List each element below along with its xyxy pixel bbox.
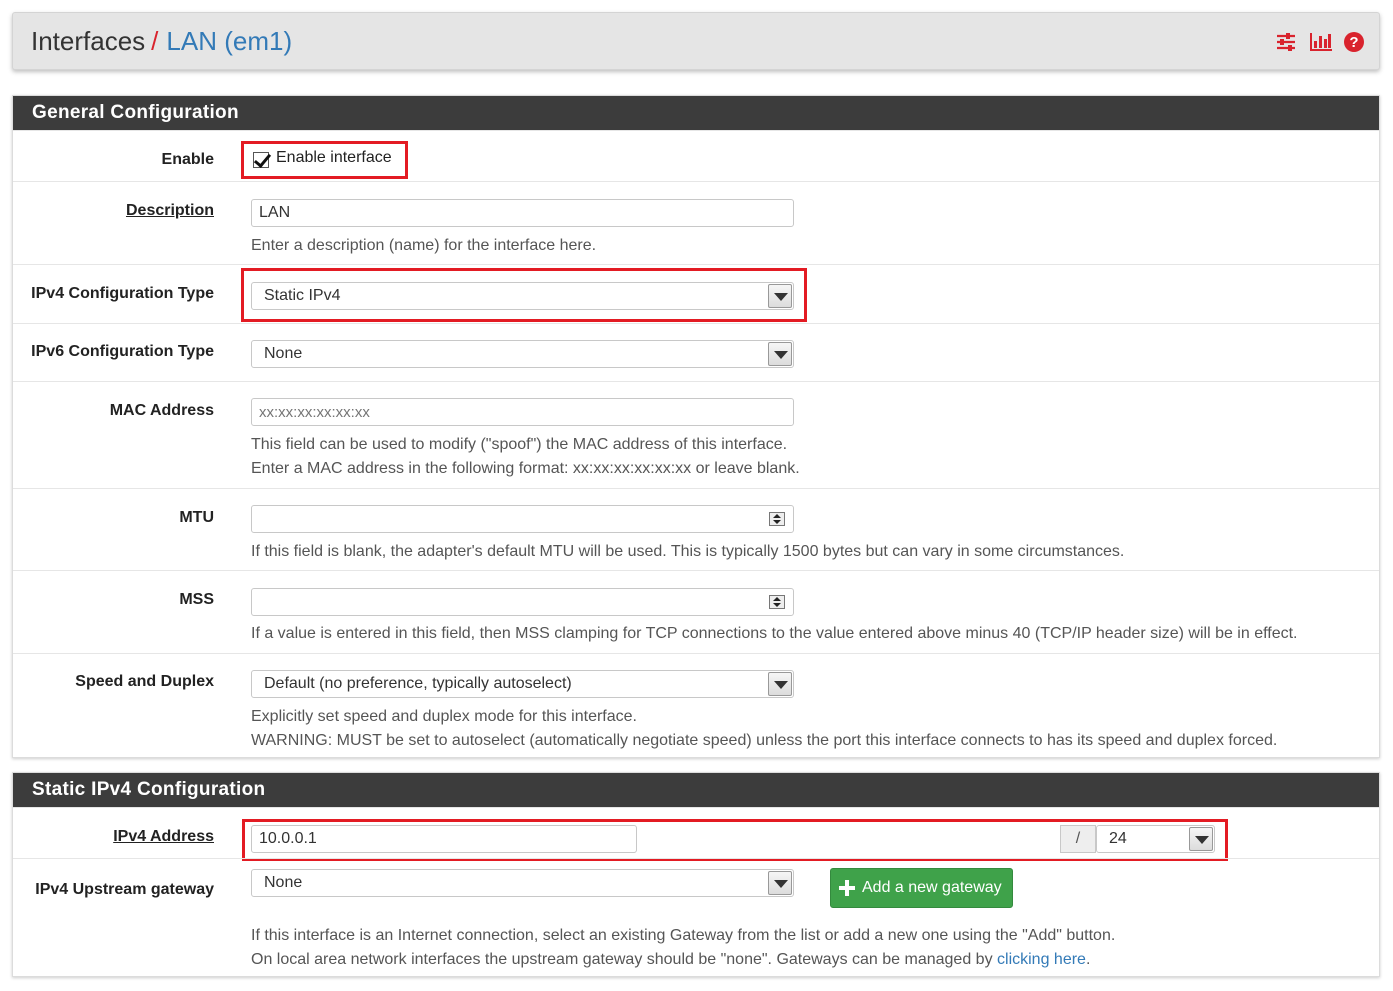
ipv6-type-label: IPv6 Configuration Type — [31, 343, 214, 360]
panel-heading: Static IPv4 Configuration — [13, 773, 1379, 807]
gateway-help-2: On local area network interfaces the ups… — [251, 948, 1090, 972]
mac-help-2: Enter a MAC address in the following for… — [251, 460, 800, 477]
gateway-help-2-suffix: . — [1085, 951, 1091, 968]
breadcrumb-separator: / — [151, 26, 159, 56]
row-enable: Enable Enable interface — [13, 130, 1379, 181]
enable-label: Enable — [161, 151, 214, 168]
breadcrumb-root[interactable]: Interfaces — [31, 26, 145, 56]
row-mss: MSS If a value is entered in this field,… — [13, 570, 1379, 653]
mtu-input[interactable] — [251, 505, 794, 533]
chevron-down-icon — [768, 871, 792, 895]
chevron-down-icon — [768, 672, 792, 696]
speed-help-1: Explicitly set speed and duplex mode for… — [251, 708, 637, 725]
speed-label: Speed and Duplex — [75, 673, 214, 690]
highlight-box — [242, 819, 1228, 861]
static-ipv4-panel: Static IPv4 Configuration IPv4 Address 1… — [12, 772, 1380, 977]
manage-gateways-link[interactable]: clicking here — [997, 951, 1086, 968]
highlight-box — [241, 141, 408, 179]
description-label[interactable]: Description — [126, 202, 214, 220]
panel-heading: General Configuration — [13, 96, 1379, 130]
breadcrumb: Interfaces / LAN (em1) — [31, 26, 292, 56]
bar-chart-icon[interactable] — [1309, 31, 1332, 53]
add-gateway-label: Add a new gateway — [862, 879, 1002, 896]
plus-icon — [839, 880, 855, 896]
speed-value: Default (no preference, typically autose… — [264, 675, 572, 692]
ipv4-address-label[interactable]: IPv4 Address — [113, 828, 214, 846]
speed-select[interactable]: Default (no preference, typically autose… — [251, 670, 794, 698]
gateway-select[interactable]: None — [251, 869, 794, 897]
row-ipv6-type: IPv6 Configuration Type None — [13, 323, 1379, 381]
gateway-value: None — [264, 874, 303, 891]
row-ipv4-address: IPv4 Address 10.0.0.1 / 24 — [13, 807, 1379, 861]
spinner-icon[interactable] — [769, 595, 785, 609]
row-ipv4-type: IPv4 Configuration Type Static IPv4 — [13, 264, 1379, 323]
chevron-down-icon — [768, 342, 792, 366]
breadcrumb-current[interactable]: LAN (em1) — [166, 26, 292, 56]
mss-label: MSS — [179, 591, 214, 608]
gateway-label: IPv4 Upstream gateway — [35, 881, 214, 898]
mac-label: MAC Address — [109, 402, 214, 419]
highlight-box — [241, 268, 807, 322]
mss-help: If a value is entered in this field, the… — [251, 625, 1298, 642]
mss-input[interactable] — [251, 588, 794, 616]
svg-text:?: ? — [1349, 34, 1358, 51]
ipv4-type-label: IPv4 Configuration Type — [31, 285, 214, 302]
row-upstream-gateway: IPv4 Upstream gateway None Add a new gat… — [13, 858, 1379, 978]
description-input[interactable]: LAN — [251, 199, 794, 227]
row-description: Description LAN Enter a description (nam… — [13, 181, 1379, 264]
page-header: Interfaces / LAN (em1) ? — [12, 12, 1380, 70]
row-mac: MAC Address This field can be used to mo… — [13, 381, 1379, 488]
ipv6-type-select[interactable]: None — [251, 340, 794, 368]
add-gateway-button[interactable]: Add a new gateway — [830, 868, 1013, 908]
general-configuration-panel: General Configuration Enable Enable inte… — [12, 95, 1380, 758]
description-help: Enter a description (name) for the inter… — [251, 237, 597, 254]
speed-help-2: WARNING: MUST be set to autoselect (auto… — [251, 732, 1278, 749]
ipv6-type-value: None — [264, 345, 303, 362]
row-mtu: MTU If this field is blank, the adapter'… — [13, 488, 1379, 570]
mtu-help: If this field is blank, the adapter's de… — [251, 543, 1125, 560]
mac-help-1: This field can be used to modify ("spoof… — [251, 436, 788, 453]
sliders-icon[interactable] — [1275, 31, 1297, 53]
spinner-icon[interactable] — [769, 512, 785, 526]
gateway-help-1: If this interface is an Internet connect… — [251, 927, 1116, 944]
row-speed: Speed and Duplex Default (no preference,… — [13, 653, 1379, 758]
mtu-label: MTU — [179, 509, 214, 526]
mac-input[interactable] — [251, 398, 794, 426]
help-icon[interactable]: ? — [1343, 31, 1365, 53]
gateway-help-2-text: On local area network interfaces the ups… — [251, 951, 998, 968]
